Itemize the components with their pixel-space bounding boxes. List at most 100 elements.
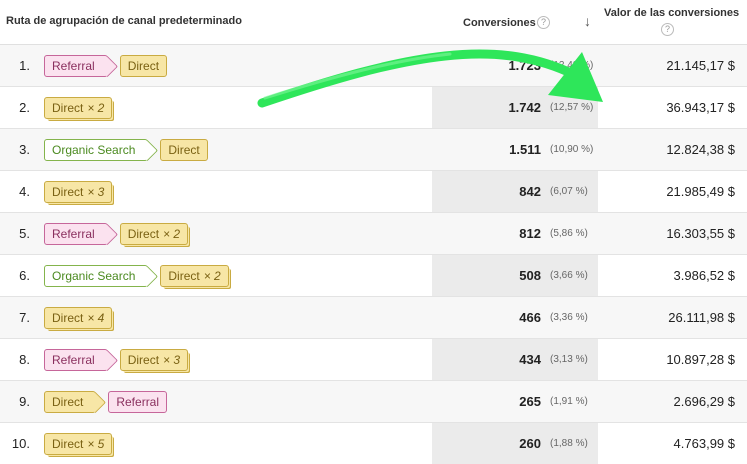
conversion-value: 3.986,52 $ xyxy=(673,268,735,283)
conversions-value: 508 xyxy=(519,268,541,283)
row-index: 7. xyxy=(19,310,30,325)
path-column-header[interactable]: Ruta de agrupación de canal predetermina… xyxy=(6,15,242,27)
sort-descending-icon[interactable]: ↓ xyxy=(584,13,591,29)
channel-chip-direct[interactable]: Direct × 2 xyxy=(119,223,189,245)
conversions-column-header[interactable]: Conversiones xyxy=(463,17,536,29)
conversion-paths-table: Ruta de agrupación de canal predetermina… xyxy=(0,0,747,464)
channel-path: Direct × 3 xyxy=(44,180,118,204)
channel-chip-count: × 4 xyxy=(87,311,105,325)
conversions-percent: (1,88 %) xyxy=(550,438,588,449)
channel-chip-label: Direct xyxy=(127,353,160,367)
conversions-help-icon[interactable]: ? xyxy=(537,16,550,29)
row-index: 10. xyxy=(11,436,30,451)
channel-chip-label: Referral xyxy=(52,353,95,367)
channel-chip-referral[interactable]: Referral xyxy=(44,55,108,77)
channel-path: Referral Direct × 3 xyxy=(44,348,194,372)
row-index: 2. xyxy=(19,100,30,115)
conversions-percent: (3,36 %) xyxy=(550,312,588,323)
conversions-value: 260 xyxy=(519,436,541,451)
channel-path: Referral Direct xyxy=(44,54,173,78)
row-index: 5. xyxy=(19,226,30,241)
conversion-value: 21.145,17 $ xyxy=(666,58,735,73)
channel-path: Direct × 5 xyxy=(44,432,118,456)
channel-chip-referral[interactable]: Referral xyxy=(108,391,168,413)
conversions-value: 434 xyxy=(519,352,541,367)
conversion-value: 4.763,99 $ xyxy=(673,436,735,451)
channel-chip-count: × 3 xyxy=(163,353,181,367)
channel-chip-direct[interactable]: Direct × 2 xyxy=(160,265,229,287)
channel-chip-label: Referral xyxy=(52,227,95,241)
conversions-percent: (10,90 %) xyxy=(550,144,594,155)
conversion-value: 12.824,38 $ xyxy=(666,142,735,157)
channel-chip-referral[interactable]: Referral xyxy=(44,223,108,245)
channel-chip-direct[interactable]: Direct × 2 xyxy=(44,97,113,119)
channel-chip-count: × 2 xyxy=(203,269,221,283)
table-row[interactable]: 5. Referral Direct × 2 812 (5,86 %) 16.303,55 … xyxy=(0,213,747,255)
channel-chip-label: Direct xyxy=(52,395,84,409)
table-row[interactable]: 4. Direct × 3 842 (6,07 %) 21.985,49 $ xyxy=(0,171,747,213)
channel-chip-label: Direct xyxy=(52,185,84,199)
channel-path: Referral Direct × 2 xyxy=(44,222,194,246)
channel-chip-label: Direct xyxy=(127,59,160,73)
table-row[interactable]: 1. Referral Direct 1.723 (12,43 %) 21.145,17 … xyxy=(0,45,747,87)
channel-chip-direct[interactable]: Direct xyxy=(119,55,168,77)
conversions-value: 265 xyxy=(519,394,541,409)
table-row[interactable]: 10. Direct × 5 260 (1,88 %) 4.763,99 $ xyxy=(0,423,747,464)
table-row[interactable]: 6. Organic Search Direct × 2 508 (3,66 %) 3.98… xyxy=(0,255,747,297)
table-row[interactable]: 9. Direct Referral 265 (1,91 %) 2.696,29 $ xyxy=(0,381,747,423)
conversions-value: 1.742 xyxy=(508,100,541,115)
row-index: 4. xyxy=(19,184,30,199)
channel-path: Direct Referral xyxy=(44,390,173,414)
value-help-icon[interactable]: ? xyxy=(661,23,674,36)
row-index: 3. xyxy=(19,142,30,157)
conversions-percent: (6,07 %) xyxy=(550,186,588,197)
row-index: 8. xyxy=(19,352,30,367)
conversion-value: 26.111,98 $ xyxy=(668,310,735,325)
conversion-value: 16.303,55 $ xyxy=(666,226,735,241)
conversions-value: 1.723 xyxy=(508,58,541,73)
channel-chip-count: × 5 xyxy=(87,437,105,451)
table-row[interactable]: 3. Organic Search Direct 1.511 (10,90 %) 12.8… xyxy=(0,129,747,171)
channel-chip-label: Referral xyxy=(116,395,160,409)
channel-chip-referral[interactable]: Referral xyxy=(44,349,108,371)
channel-chip-direct[interactable]: Direct xyxy=(44,391,97,413)
channel-path: Direct × 4 xyxy=(44,306,118,330)
conversion-value: 2.696,29 $ xyxy=(673,394,735,409)
channel-chip-direct[interactable]: Direct xyxy=(160,139,208,161)
channel-chip-label: Direct xyxy=(52,437,84,451)
channel-chip-label: Direct xyxy=(127,227,160,241)
conversions-percent: (5,86 %) xyxy=(550,228,588,239)
channel-chip-organic[interactable]: Organic Search xyxy=(44,265,149,287)
conversions-percent: (3,13 %) xyxy=(550,354,588,365)
channel-chip-organic[interactable]: Organic Search xyxy=(44,139,149,161)
conversions-percent: (12,43 %) xyxy=(550,60,594,71)
table-row[interactable]: 8. Referral Direct × 3 434 (3,13 %) 10.897,28 … xyxy=(0,339,747,381)
channel-chip-label: Organic Search xyxy=(52,143,136,157)
channel-chip-label: Referral xyxy=(52,59,95,73)
value-column-header[interactable]: Valor de las conversiones xyxy=(604,7,739,19)
channel-chip-direct[interactable]: Direct × 4 xyxy=(44,307,113,329)
table-header: Ruta de agrupación de canal predetermina… xyxy=(0,0,747,45)
channel-chip-direct[interactable]: Direct × 3 xyxy=(119,349,189,371)
row-index: 6. xyxy=(19,268,30,283)
row-index: 1. xyxy=(19,58,30,73)
channel-chip-count: × 2 xyxy=(163,227,181,241)
conversions-percent: (12,57 %) xyxy=(550,102,594,113)
conversions-value: 842 xyxy=(519,184,541,199)
channel-chip-label: Direct xyxy=(168,269,200,283)
conversions-percent: (1,91 %) xyxy=(550,396,588,407)
conversion-value: 36.943,17 $ xyxy=(666,100,735,115)
conversions-value: 466 xyxy=(519,310,541,325)
channel-path: Organic Search Direct × 2 xyxy=(44,264,235,288)
conversions-value: 812 xyxy=(519,226,541,241)
channel-chip-direct[interactable]: Direct × 3 xyxy=(44,181,113,203)
channel-chip-count: × 3 xyxy=(87,185,105,199)
channel-chip-count: × 2 xyxy=(87,101,105,115)
channel-chip-direct[interactable]: Direct × 5 xyxy=(44,433,113,455)
channel-path: Organic Search Direct xyxy=(44,138,214,162)
table-row[interactable]: 7. Direct × 4 466 (3,36 %) 26.111,98 $ xyxy=(0,297,747,339)
table-row[interactable]: 2. Direct × 2 1.742 (12,57 %) 36.943,17 $ xyxy=(0,87,747,129)
channel-chip-label: Direct xyxy=(52,101,84,115)
conversion-value: 10.897,28 $ xyxy=(666,352,735,367)
channel-chip-label: Organic Search xyxy=(52,269,136,283)
